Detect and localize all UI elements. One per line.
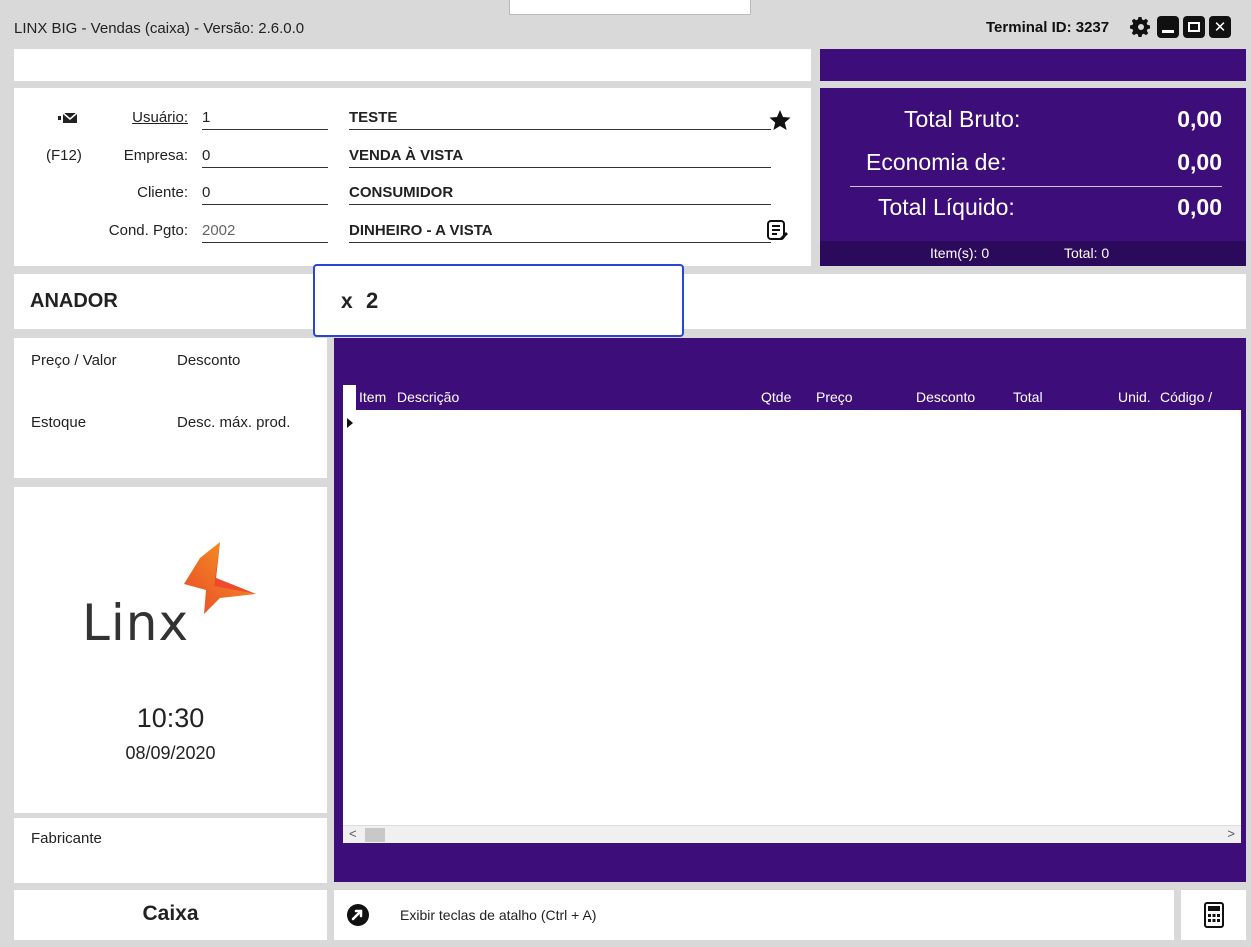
cond-pgto-code-field[interactable]: 2002 — [202, 222, 328, 243]
fabricante-panel: Fabricante — [14, 818, 327, 883]
economia-value: 0,00 — [1177, 149, 1222, 175]
items-grid-body[interactable] — [343, 410, 1241, 825]
row-pointer-icon — [347, 418, 353, 428]
minimize-icon — [1162, 29, 1174, 33]
col-unid[interactable]: Unid. — [1118, 389, 1151, 405]
col-qtde[interactable]: Qtde — [761, 389, 791, 405]
totals-divider — [850, 186, 1222, 187]
cliente-label: Cliente: — [137, 184, 188, 201]
col-descricao[interactable]: Descrição — [397, 389, 459, 405]
economia-label: Economia de: — [866, 149, 1007, 175]
col-codigo[interactable]: Código / — [1160, 389, 1212, 405]
cliente-code-field[interactable]: 0 — [202, 184, 328, 205]
horizontal-scrollbar[interactable]: < > — [343, 825, 1241, 843]
estoque-label: Estoque — [31, 414, 87, 431]
total-bruto-value: 0,00 — [1177, 106, 1222, 132]
qty-prefix: x — [341, 290, 353, 313]
logo-panel: Linx 10:30 08/09/2020 — [14, 487, 327, 813]
maximize-button[interactable] — [1183, 16, 1205, 38]
clock-date: 08/09/2020 — [125, 743, 216, 763]
fabricante-label: Fabricante — [31, 830, 102, 847]
col-desconto[interactable]: Desconto — [916, 389, 975, 405]
linx-logo: Linx — [74, 542, 264, 662]
total-bruto-label: Total Bruto: — [904, 106, 1021, 132]
usuario-desc: TESTE — [349, 109, 771, 130]
maximize-icon — [1188, 22, 1200, 32]
caixa-panel: Caixa — [14, 890, 327, 940]
calculator-button[interactable] — [1181, 890, 1246, 940]
price-panel: Preço / Valor Desconto Estoque Desc. máx… — [14, 338, 327, 478]
col-total[interactable]: Total — [1013, 389, 1043, 405]
close-button[interactable]: ✕ — [1209, 16, 1231, 38]
totals-panel: Total Bruto: 0,00 Economia de: 0,00 Tota… — [820, 88, 1246, 266]
logo-text: Linx — [82, 594, 190, 652]
usuario-label: Usuário: — [132, 109, 188, 126]
grid-corner — [343, 385, 356, 410]
items-count: Item(s): 0 — [930, 245, 990, 261]
notes-icon[interactable] — [766, 219, 788, 246]
product-name: ANADOR — [30, 290, 118, 312]
total-liquido-value: 0,00 — [1177, 194, 1222, 220]
total-liquido-label: Total Líquido: — [878, 194, 1015, 220]
scroll-left-icon[interactable]: < — [349, 826, 357, 841]
totals-footer: Item(s): 0 Total: 0 — [820, 241, 1246, 266]
desconto-label: Desconto — [177, 352, 241, 369]
top-right-bar — [820, 49, 1246, 81]
product-name-box: ANADOR — [14, 274, 327, 329]
header-info-panel: Usuário: 1 TESTE (F12) Empresa: 0 VENDA … — [14, 88, 811, 266]
col-preco[interactable]: Preço — [816, 389, 853, 405]
gear-icon[interactable] — [1129, 15, 1153, 39]
empresa-code-field[interactable]: 0 — [202, 147, 328, 168]
quantity-input[interactable]: x 2 — [313, 264, 684, 337]
preco-label: Preço / Valor — [31, 352, 117, 369]
star-icon[interactable] — [767, 108, 793, 137]
top-notch — [509, 0, 751, 15]
minimize-button[interactable] — [1157, 16, 1179, 38]
caixa-label: Caixa — [142, 902, 199, 925]
empresa-desc: VENDA À VISTA — [349, 147, 771, 168]
scroll-right-icon[interactable]: > — [1227, 826, 1235, 841]
close-icon: ✕ — [1213, 18, 1227, 36]
qty-value: 2 — [366, 288, 379, 313]
search-strip[interactable] — [14, 49, 811, 81]
cond-pgto-desc: DINHEIRO - A VISTA — [349, 222, 771, 243]
desc-max-label: Desc. máx. prod. — [177, 414, 291, 431]
items-total: Total: 0 — [1064, 245, 1110, 261]
cond-pgto-label: Cond. Pgto: — [108, 222, 188, 239]
terminal-id: Terminal ID: 3237 — [986, 19, 1110, 36]
scroll-thumb[interactable] — [365, 828, 385, 842]
empresa-label: Empresa: — [123, 147, 188, 164]
cliente-desc: CONSUMIDOR — [349, 184, 771, 205]
clock-time: 10:30 — [136, 703, 205, 733]
app-title: LINX BIG - Vendas (caixa) - Versão: 2.6.… — [14, 20, 305, 37]
calculator-icon — [1204, 902, 1224, 933]
arrow-circle-icon[interactable] — [346, 903, 370, 932]
col-item[interactable]: Item — [359, 389, 386, 405]
shortcut-text[interactable]: Exibir teclas de atalho (Ctrl + A) — [400, 907, 596, 923]
shortcut-panel[interactable]: Exibir teclas de atalho (Ctrl + A) — [334, 890, 1174, 940]
usuario-code-field[interactable]: 1 — [202, 109, 328, 130]
